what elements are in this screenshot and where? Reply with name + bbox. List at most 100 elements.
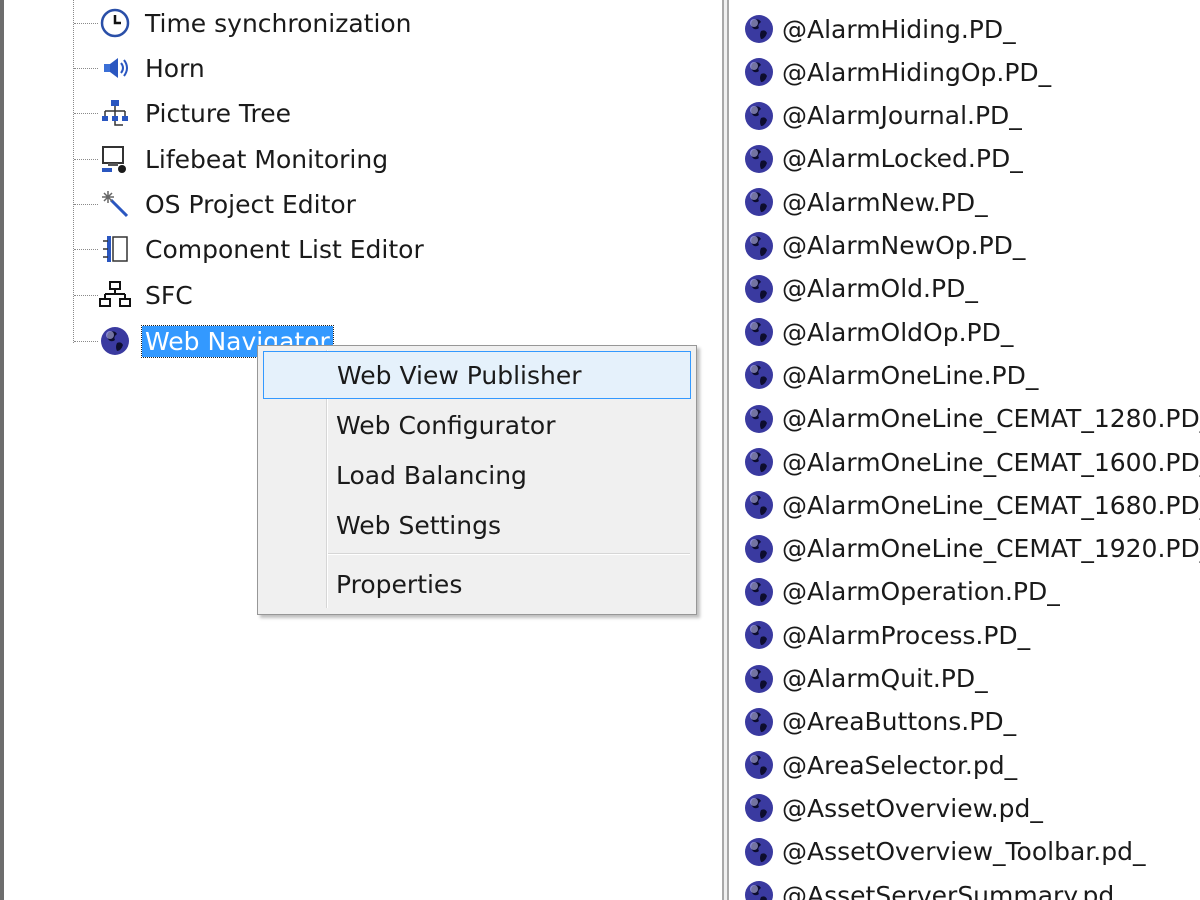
globe-icon [742,142,776,176]
tree-item-horn[interactable]: Horn [74,48,208,88]
file-name: @AreaSelector.pd_ [782,750,1018,780]
menu-item-label: Properties [336,569,463,599]
file-list-item[interactable]: @AssetServerSummary.pd_ [742,875,1127,900]
file-list-item[interactable]: @AlarmHidingOp.PD_ [742,52,1051,92]
tree-item-label: Picture Tree [145,98,292,128]
globe-icon [742,532,776,566]
list-editor-icon [98,232,132,266]
globe-icon [742,272,776,306]
sfc-icon [98,278,132,312]
file-list-item[interactable]: @AlarmProcess.PD_ [742,615,1030,655]
menu-item-web-view-publisher[interactable]: Web View Publisher [263,351,691,399]
globe-icon [742,618,776,652]
file-list-item[interactable]: @AssetOverview_Toolbar.pd_ [742,832,1145,872]
menu-item-label: Web Configurator [336,410,556,440]
tree-item-time-synchronization[interactable]: Time synchronization [74,3,415,43]
file-list-item[interactable]: @AlarmHiding.PD_ [742,9,1016,49]
file-list-item[interactable]: @AlarmNewOp.PD_ [742,226,1025,266]
file-name: @AlarmNewOp.PD_ [782,231,1026,260]
file-name: @AlarmOperation.PD_ [782,577,1060,607]
file-name: @AlarmHidingOp.PD_ [782,57,1052,87]
file-name: @AlarmOld.PD_ [782,274,978,304]
tree-item-label: SFC [145,280,193,310]
menu-item-properties[interactable]: Properties [263,560,691,608]
file-list-item[interactable]: @AlarmOldOp.PD_ [742,312,1013,352]
globe-icon [742,12,776,46]
file-name: @AlarmOldOp.PD_ [782,317,1014,347]
context-menu: Web View Publisher Web Configurator Load… [257,345,697,615]
menu-item-label: Web View Publisher [337,360,582,390]
file-list-item[interactable]: @AssetOverview.pd_ [742,788,1043,828]
globe-icon [742,55,776,89]
tree-item-label: OS Project Editor [145,189,356,219]
file-name: @AssetOverview_Toolbar.pd_ [782,837,1146,867]
file-list-item[interactable]: @AlarmLocked.PD_ [742,139,1023,179]
file-list-item[interactable]: @AlarmOperation.PD_ [742,572,1060,612]
globe-icon [742,229,776,263]
tree-item-label: Component List Editor [145,234,424,264]
file-name: @AreaButtons.PD_ [782,707,1017,737]
file-list-pane: @AlarmHiding.PD_ @AlarmHidingOp.PD_ @Alarm… [736,0,1200,900]
globe-icon [742,835,776,869]
globe-icon [742,185,776,219]
tree-item-sfc[interactable]: SFC [74,275,196,315]
file-list-item[interactable]: @AlarmQuit.PD_ [742,659,988,699]
file-list-item[interactable]: @AreaButtons.PD_ [742,702,1016,742]
file-name: @AlarmOneLine_CEMAT_1680.PD_ [782,490,1200,520]
globe-icon [742,662,776,696]
hierarchy-icon [98,96,132,130]
tree-item-os-project-editor[interactable]: OS Project Editor [74,184,359,224]
globe-icon [98,324,132,358]
pane-splitter[interactable] [722,0,736,900]
menu-item-web-configurator[interactable]: Web Configurator [263,401,691,449]
file-name: @AlarmProcess.PD_ [782,620,1031,650]
globe-icon [742,99,776,133]
file-name: @AlarmOneLine_CEMAT_1600.PD_ [782,447,1200,477]
tree-item-label: Lifebeat Monitoring [145,144,389,174]
globe-icon [742,488,776,522]
file-list-item[interactable]: @AreaSelector.pd_ [742,745,1017,785]
file-list-item[interactable]: @AlarmNew.PD_ [742,182,988,222]
file-name: @AssetServerSummary.pd_ [782,880,1127,900]
file-name: @AssetOverview.pd_ [782,793,1043,823]
wand-icon [98,187,132,221]
globe-icon [742,358,776,392]
menu-separator [328,553,690,555]
menu-item-label: Load Balancing [336,460,527,490]
file-list-item[interactable]: @AlarmOld.PD_ [742,269,978,309]
globe-icon [742,878,776,900]
file-name: @AlarmQuit.PD_ [782,664,988,693]
file-list-item[interactable]: @AlarmOneLine_CEMAT_1920.PD_ [742,529,1200,569]
file-name: @AlarmOneLine_CEMAT_1280.PD_ [782,404,1200,434]
menu-item-load-balancing[interactable]: Load Balancing [263,451,691,499]
file-list-item[interactable]: @AlarmOneLine.PD_ [742,355,1038,395]
globe-icon [742,748,776,782]
tree-item-picture-tree[interactable]: Picture Tree [74,93,294,133]
menu-item-label: Web Settings [336,510,501,540]
tree-item-component-list-editor[interactable]: Component List Editor [74,229,427,269]
file-name: @AlarmLocked.PD_ [782,144,1023,174]
file-list-item[interactable]: @AlarmOneLine_CEMAT_1680.PD_ [742,485,1200,525]
file-name: @AlarmHiding.PD_ [782,14,1016,44]
file-list-item[interactable]: @AlarmOneLine_CEMAT_1280.PD_ [742,399,1200,439]
speaker-icon [98,51,132,85]
globe-icon [742,315,776,349]
globe-icon [742,791,776,825]
globe-icon [742,705,776,739]
file-list-item[interactable]: @AlarmJournal.PD_ [742,96,1022,136]
menu-item-web-settings[interactable]: Web Settings [263,501,691,549]
tree-item-label: Time synchronization [145,8,412,38]
file-list-item[interactable]: @AlarmOneLine_CEMAT_1600.PD_ [742,442,1200,482]
tree-item-label: Horn [145,53,205,83]
tree-item-lifebeat-monitoring[interactable]: Lifebeat Monitoring [74,139,391,179]
file-name: @AlarmOneLine.PD_ [782,360,1039,390]
globe-icon [742,575,776,609]
pane-border [0,0,4,900]
globe-icon [742,445,776,479]
globe-icon [742,402,776,436]
file-name: @AlarmNew.PD_ [782,187,988,217]
monitor-icon [98,142,132,176]
file-name: @AlarmJournal.PD_ [782,101,1022,131]
clock-icon [98,6,132,40]
file-name: @AlarmOneLine_CEMAT_1920.PD_ [782,534,1200,564]
